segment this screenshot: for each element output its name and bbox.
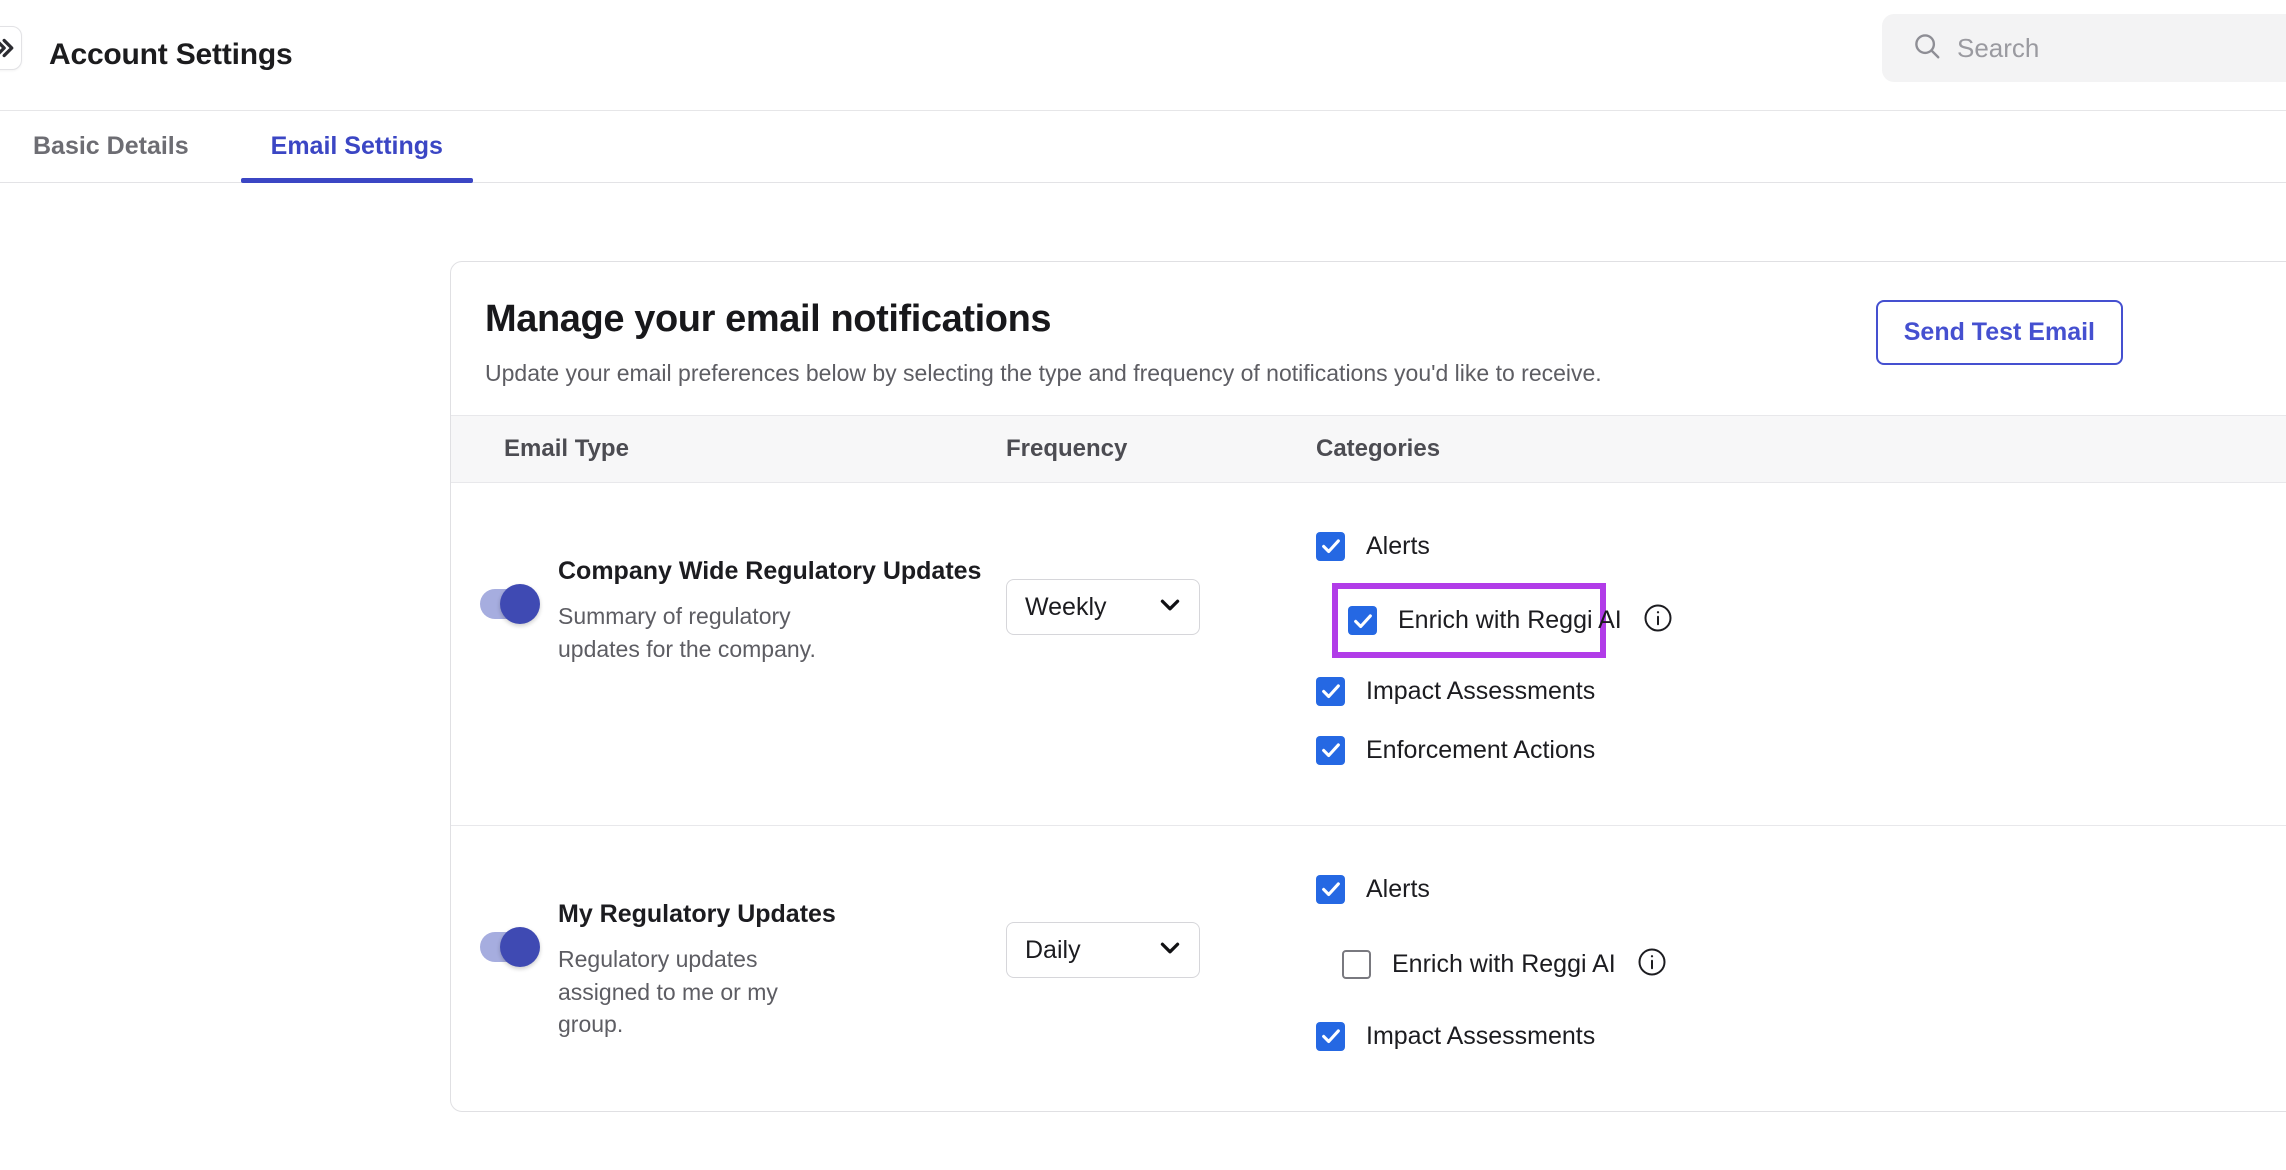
checkbox-checked-icon[interactable]: [1316, 677, 1345, 706]
category-label: Enforcement Actions: [1366, 736, 1595, 765]
checkbox-checked-icon[interactable]: [1316, 532, 1345, 561]
category-checkbox-impact-assessments[interactable]: Impact Assessments: [1316, 1012, 2286, 1060]
checkbox-checked-icon[interactable]: [1316, 1022, 1345, 1051]
category-label: Impact Assessments: [1366, 1022, 1595, 1051]
checkbox-checked-icon[interactable]: [1316, 736, 1345, 765]
table-row: My Regulatory Updates Regulatory updates…: [451, 826, 2286, 1111]
column-header-email-type: Email Type: [451, 435, 1006, 463]
content-area: Manage your email notifications Update y…: [0, 183, 2286, 1112]
checkbox-unchecked-icon[interactable]: [1342, 950, 1371, 979]
category-checkbox-impact-assessments[interactable]: Impact Assessments: [1316, 667, 2286, 715]
tab-email-settings[interactable]: Email Settings: [241, 111, 473, 182]
category-checkbox-enforcement-actions[interactable]: Enforcement Actions: [1316, 726, 2286, 774]
category-label: Enrich with Reggi AI: [1392, 950, 1616, 979]
tab-basic-details-label: Basic Details: [33, 132, 189, 161]
email-type-cell: Company Wide Regulatory Updates Summary …: [451, 519, 1006, 665]
checkbox-checked-icon[interactable]: [1316, 875, 1345, 904]
chevron-down-icon: [1157, 592, 1183, 623]
email-type-description: Regulatory updates assigned to me or my …: [558, 943, 848, 1041]
category-label: Alerts: [1366, 532, 1430, 561]
email-type-name: Company Wide Regulatory Updates: [558, 557, 981, 586]
category-label: Enrich with Reggi AI: [1398, 606, 1622, 635]
email-preferences-table: Email Type Frequency Categories Company …: [451, 415, 2286, 1111]
categories-cell: Alerts Enrich with Reggi AI: [1316, 519, 2286, 785]
category-label: Alerts: [1366, 875, 1430, 904]
chevron-double-right-icon: [0, 35, 15, 61]
frequency-select-value: Weekly: [1025, 593, 1107, 622]
category-checkbox-enrich-with-reggi-ai[interactable]: Enrich with Reggi AI: [1332, 583, 1606, 658]
toggle-knob: [500, 927, 540, 967]
search-input[interactable]: [1957, 33, 2257, 64]
category-checkbox-enrich-with-reggi-ai[interactable]: Enrich with Reggi AI: [1342, 940, 2286, 988]
send-test-email-button[interactable]: Send Test Email: [1876, 300, 2123, 365]
email-enable-toggle[interactable]: [480, 932, 536, 962]
frequency-select[interactable]: Daily: [1006, 922, 1200, 978]
table-row: Company Wide Regulatory Updates Summary …: [451, 483, 2286, 826]
toggle-knob: [500, 584, 540, 624]
category-checkbox-alerts[interactable]: Alerts: [1316, 522, 2286, 570]
column-header-categories: Categories: [1316, 435, 2286, 463]
checkbox-checked-icon[interactable]: [1348, 606, 1377, 635]
frequency-cell: Daily: [1006, 862, 1316, 978]
email-type-text: My Regulatory Updates Regulatory updates…: [558, 862, 848, 1041]
chevron-down-icon: [1157, 935, 1183, 966]
frequency-select-value: Daily: [1025, 936, 1081, 965]
settings-tabs: Basic Details Email Settings: [0, 111, 2286, 183]
category-checkbox-alerts[interactable]: Alerts: [1316, 865, 2286, 913]
sidebar-toggle-button[interactable]: [0, 26, 22, 70]
email-type-cell: My Regulatory Updates Regulatory updates…: [451, 862, 1006, 1041]
info-circle-icon[interactable]: [1637, 947, 1667, 982]
page-title: Account Settings: [49, 38, 292, 72]
info-circle-icon[interactable]: [1643, 603, 1673, 638]
category-label: Impact Assessments: [1366, 677, 1595, 706]
column-header-frequency: Frequency: [1006, 435, 1316, 463]
email-type-name: My Regulatory Updates: [558, 900, 848, 929]
search-icon: [1912, 31, 1942, 66]
frequency-cell: Weekly: [1006, 519, 1316, 635]
tab-basic-details[interactable]: Basic Details: [33, 111, 241, 182]
email-notifications-card: Manage your email notifications Update y…: [450, 261, 2286, 1112]
table-header-row: Email Type Frequency Categories: [451, 415, 2286, 483]
card-header: Manage your email notifications Update y…: [451, 262, 2286, 415]
email-type-text: Company Wide Regulatory Updates Summary …: [558, 519, 981, 665]
frequency-select[interactable]: Weekly: [1006, 579, 1200, 635]
tab-email-settings-label: Email Settings: [271, 132, 443, 161]
search-box[interactable]: [1882, 14, 2286, 82]
categories-cell: Alerts Enrich with Reggi AI: [1316, 862, 2286, 1071]
email-enable-toggle[interactable]: [480, 589, 536, 619]
email-type-description: Summary of regulatory updates for the co…: [558, 600, 848, 665]
app-header: Account Settings: [0, 0, 2286, 111]
